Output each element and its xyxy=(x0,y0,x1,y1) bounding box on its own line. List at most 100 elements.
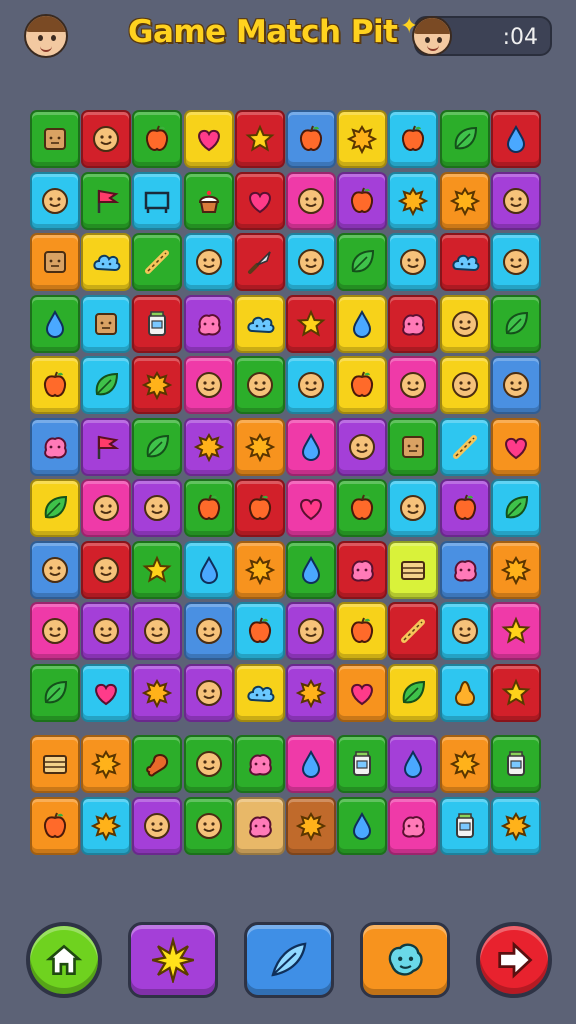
tile-leaf[interactable] xyxy=(30,479,80,537)
tile-face[interactable] xyxy=(286,602,336,660)
tile-heart[interactable] xyxy=(81,663,132,722)
tile-heart[interactable] xyxy=(286,479,336,537)
tile-splat[interactable] xyxy=(183,417,234,476)
tile-star[interactable] xyxy=(490,602,541,660)
tile-leaf[interactable] xyxy=(490,294,541,353)
tile-face[interactable] xyxy=(286,171,336,230)
tile-face[interactable] xyxy=(234,356,285,414)
tile-splat[interactable] xyxy=(337,110,388,168)
tile-splat[interactable] xyxy=(132,356,183,414)
tile-splat[interactable] xyxy=(234,417,285,476)
tile-blob[interactable] xyxy=(234,796,285,855)
tile-leaf[interactable] xyxy=(439,110,490,168)
tile-heart[interactable] xyxy=(183,110,234,168)
tile-face[interactable] xyxy=(30,540,80,599)
tile-face[interactable] xyxy=(81,110,132,168)
tile-face[interactable] xyxy=(81,540,132,599)
tile-face[interactable] xyxy=(388,356,439,414)
tile-face[interactable] xyxy=(132,479,183,537)
tile-drumstick[interactable] xyxy=(132,735,183,793)
burst-button[interactable] xyxy=(128,922,218,998)
tile-box-face[interactable] xyxy=(30,233,80,291)
tile-face[interactable] xyxy=(337,417,388,476)
tile-face[interactable] xyxy=(183,356,234,414)
tile-face[interactable] xyxy=(132,796,183,855)
tile-apple[interactable] xyxy=(183,479,234,537)
tile-heart[interactable] xyxy=(234,171,285,230)
tile-drop[interactable] xyxy=(286,735,336,793)
tile-splat[interactable] xyxy=(286,796,336,855)
tile-face[interactable] xyxy=(388,479,439,537)
tile-face[interactable] xyxy=(30,602,80,660)
tile-flag[interactable] xyxy=(81,171,132,230)
tile-face[interactable] xyxy=(81,602,132,660)
tile-drop[interactable] xyxy=(388,735,439,793)
tile-splat[interactable] xyxy=(286,663,336,722)
tile-face[interactable] xyxy=(490,356,541,414)
tile-face[interactable] xyxy=(490,233,541,291)
home-button[interactable] xyxy=(26,922,102,998)
tile-stick[interactable] xyxy=(439,417,490,476)
tile-flag[interactable] xyxy=(81,417,132,476)
tile-drop[interactable] xyxy=(286,417,336,476)
tile-box[interactable] xyxy=(30,735,80,793)
tile-face[interactable] xyxy=(183,233,234,291)
tile-apple[interactable] xyxy=(337,356,388,414)
tile-face[interactable] xyxy=(183,735,234,793)
tile-knife[interactable] xyxy=(234,233,285,291)
tile-apple[interactable] xyxy=(337,602,388,660)
tile-frame[interactable] xyxy=(132,171,183,230)
tile-pear[interactable] xyxy=(439,663,490,722)
tile-splat[interactable] xyxy=(490,540,541,599)
tile-box-face[interactable] xyxy=(81,294,132,353)
tile-blob[interactable] xyxy=(183,294,234,353)
tile-leaf[interactable] xyxy=(490,479,541,537)
tile-face[interactable] xyxy=(183,663,234,722)
tile-splat[interactable] xyxy=(439,735,490,793)
player-avatar-icon[interactable] xyxy=(24,14,68,58)
tile-star[interactable] xyxy=(490,663,541,722)
tile-apple[interactable] xyxy=(286,110,336,168)
tile-face[interactable] xyxy=(490,171,541,230)
tile-apple[interactable] xyxy=(337,171,388,230)
tile-blob[interactable] xyxy=(30,417,80,476)
tile-star[interactable] xyxy=(286,294,336,353)
tile-blob[interactable] xyxy=(439,540,490,599)
tile-splat[interactable] xyxy=(81,796,132,855)
feather-button[interactable] xyxy=(244,922,334,998)
tile-face[interactable] xyxy=(183,796,234,855)
tile-face[interactable] xyxy=(439,294,490,353)
tile-apple[interactable] xyxy=(234,602,285,660)
tile-splat[interactable] xyxy=(439,171,490,230)
tile-blob[interactable] xyxy=(337,540,388,599)
tile-cloud[interactable] xyxy=(234,663,285,722)
tile-jar[interactable] xyxy=(490,735,541,793)
tile-face[interactable] xyxy=(439,602,490,660)
tile-face[interactable] xyxy=(388,233,439,291)
tile-apple[interactable] xyxy=(439,479,490,537)
tile-jar[interactable] xyxy=(337,735,388,793)
tile-splat[interactable] xyxy=(490,796,541,855)
tile-apple[interactable] xyxy=(388,110,439,168)
tile-cloud[interactable] xyxy=(234,294,285,353)
tile-face[interactable] xyxy=(286,356,336,414)
tile-jar[interactable] xyxy=(439,796,490,855)
tile-star[interactable] xyxy=(234,110,285,168)
tile-leaf[interactable] xyxy=(132,417,183,476)
face-button[interactable] xyxy=(360,922,450,998)
tile-jar[interactable] xyxy=(132,294,183,353)
tile-blob[interactable] xyxy=(388,796,439,855)
tile-face[interactable] xyxy=(286,233,336,291)
tile-drop[interactable] xyxy=(337,294,388,353)
next-button[interactable] xyxy=(476,922,552,998)
tile-cupcake[interactable] xyxy=(183,171,234,230)
tile-cloud[interactable] xyxy=(439,233,490,291)
tile-apple[interactable] xyxy=(132,110,183,168)
tile-leaf[interactable] xyxy=(81,356,132,414)
tile-stick[interactable] xyxy=(132,233,183,291)
tile-splat[interactable] xyxy=(81,735,132,793)
tile-apple[interactable] xyxy=(234,479,285,537)
tile-box[interactable] xyxy=(388,540,439,599)
tile-leaf[interactable] xyxy=(337,233,388,291)
tile-heart[interactable] xyxy=(337,663,388,722)
